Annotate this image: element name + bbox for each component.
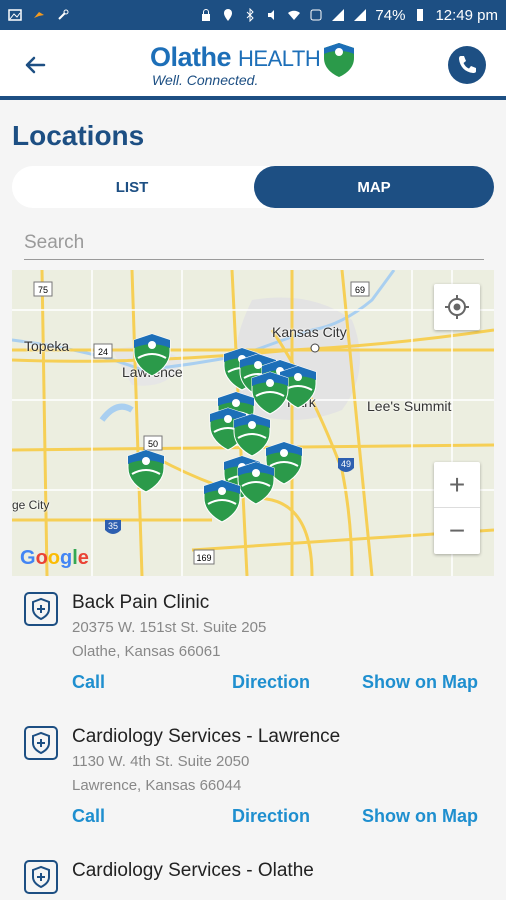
logo-wordmark: Olathe HEALTH [150, 42, 321, 72]
clock: 12:49 pm [435, 6, 498, 24]
shield-logo-icon [324, 43, 354, 77]
show-on-map-link[interactable]: Show on Map [362, 672, 478, 693]
list-item: Cardiology Services - Olathe [24, 860, 494, 900]
map-marker[interactable] [233, 413, 271, 457]
my-location-button[interactable] [434, 284, 480, 330]
back-arrow-icon[interactable] [20, 50, 50, 80]
wrench-icon [58, 9, 69, 20]
hospital-shield-icon [24, 726, 58, 760]
google-logo: Google [20, 547, 89, 569]
zoom-in-button[interactable]: + [434, 462, 480, 508]
location-name: Cardiology Services - Lawrence [72, 726, 341, 747]
status-left-icons [8, 8, 70, 22]
page-title: Locations [12, 120, 145, 151]
map-markers [127, 333, 317, 523]
call-button[interactable] [448, 46, 486, 84]
image-icon [8, 9, 22, 21]
list-item: Back Pain Clinic 20375 W. 151st St. Suit… [24, 592, 494, 712]
wifi-icon [288, 10, 301, 20]
view-toggle: LIST MAP [12, 166, 494, 208]
nfc-icon [310, 9, 322, 21]
map-marker[interactable] [203, 479, 241, 523]
app-header: Olathe HEALTH Well. Connected. [0, 30, 506, 100]
hospital-shield-icon [24, 860, 58, 894]
zoom-controls: + − [434, 462, 480, 554]
crosshair-icon [445, 295, 469, 319]
mute-icon [268, 10, 275, 20]
call-link[interactable]: Call [72, 806, 105, 827]
olathe-health-logo: Olathe HEALTH Well. Connected. [150, 42, 360, 92]
location-address-line1: 20375 W. 151st St. Suite 205 [72, 619, 267, 636]
signal-icon [332, 9, 345, 21]
phone-icon [459, 56, 476, 73]
locations-map[interactable]: 75 24 69 50 35 169 49 Topeka Lawrence Ka… [12, 270, 494, 576]
battery-percent: 74% [375, 6, 406, 24]
direction-link[interactable]: Direction [232, 672, 310, 693]
hospital-shield-icon [24, 592, 58, 626]
location-icon [224, 9, 233, 21]
map-marker[interactable] [251, 371, 289, 415]
bird-icon [34, 12, 44, 18]
list-item: Cardiology Services - Lawrence 1130 W. 4… [24, 726, 494, 846]
map-marker[interactable] [133, 333, 171, 377]
tab-list[interactable]: LIST [12, 166, 252, 208]
battery-icon [417, 9, 424, 21]
logo-tagline: Well. Connected. [152, 72, 259, 88]
status-bar: 74% 12:49 pm [0, 0, 506, 30]
location-address-line2: Lawrence, Kansas 66044 [72, 777, 242, 794]
status-right-icons: 74% 12:49 pm [199, 7, 498, 24]
bluetooth-icon [247, 8, 255, 22]
signal-icon [354, 9, 367, 21]
direction-link[interactable]: Direction [232, 806, 310, 827]
location-address-line2: Olathe, Kansas 66061 [72, 643, 221, 660]
location-name: Back Pain Clinic [72, 592, 210, 613]
call-link[interactable]: Call [72, 672, 105, 693]
tab-map[interactable]: MAP [254, 166, 494, 208]
map-marker[interactable] [127, 449, 165, 493]
search-input[interactable]: Search [24, 228, 484, 260]
lock-icon [202, 9, 211, 21]
location-address-line1: 1130 W. 4th St. Suite 2050 [72, 753, 250, 770]
location-name: Cardiology Services - Olathe [72, 860, 314, 881]
zoom-out-button[interactable]: − [434, 508, 480, 554]
show-on-map-link[interactable]: Show on Map [362, 806, 478, 827]
